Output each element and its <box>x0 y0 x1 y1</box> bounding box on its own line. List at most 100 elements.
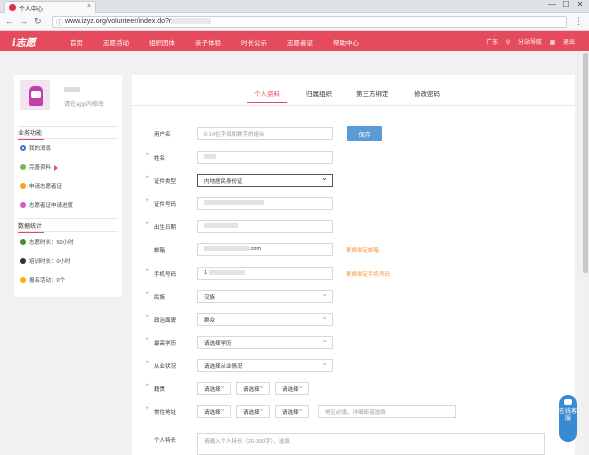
back-icon[interactable]: ← <box>5 16 14 26</box>
sidebar-item-label: 完善资料 <box>29 165 52 171</box>
nav-home[interactable]: 首页 <box>70 37 83 47</box>
site-favicon-icon <box>9 4 16 11</box>
nav-organizations[interactable]: 组织团体 <box>149 37 175 47</box>
station-nav-link[interactable]: 分站导航 <box>518 40 542 46</box>
birth-label: 出生日期 <box>154 225 177 231</box>
address-district-select[interactable]: 请选择 <box>275 405 309 418</box>
nav-certificate[interactable]: 志愿者证 <box>287 37 313 47</box>
save-button[interactable]: 保存 <box>347 126 382 141</box>
username-label: 用户名 <box>154 132 171 138</box>
native-city-select[interactable]: 请选择 <box>236 382 270 395</box>
logout-link[interactable]: 退出 <box>563 40 575 46</box>
tab-change-password[interactable]: 修改密码 <box>414 88 440 98</box>
site-logo[interactable]: i志愿 <box>12 34 42 49</box>
required-mark: * <box>146 176 149 182</box>
idtype-select[interactable]: 内地居民身份证 <box>197 174 333 187</box>
job-select[interactable]: 请选择从业情况 <box>197 359 333 372</box>
message-icon <box>20 144 26 151</box>
intro-label: 个人特长 <box>154 438 177 444</box>
email-suffix: .com <box>249 246 261 252</box>
clock-icon <box>20 238 26 245</box>
divider <box>18 218 118 219</box>
progress-icon <box>20 201 26 208</box>
stat-volunteer-hours: 志愿时长：50小时 <box>20 238 74 246</box>
tab-third-party[interactable]: 第三方绑定 <box>356 88 389 98</box>
nav-hours[interactable]: 时长公示 <box>241 37 267 47</box>
idno-label: 证件号码 <box>154 202 177 208</box>
page-scrollbar[interactable] <box>582 51 589 455</box>
divider <box>18 138 118 139</box>
stat-label: 培训时长：0小时 <box>29 259 71 265</box>
sidebar-item-certificate-progress[interactable]: 志愿者证申请进度 <box>20 201 73 209</box>
idtype-label: 证件类型 <box>154 179 177 185</box>
city-selector[interactable]: 广东 ⚲ <box>480 40 510 46</box>
address-bar[interactable]: ⓘ www.izyz.org/volunteer/index.do?r <box>52 16 567 28</box>
address-province-select[interactable]: 请选择 <box>197 405 231 418</box>
forward-icon[interactable]: → <box>19 16 28 26</box>
maximize-button[interactable]: ☐ <box>559 0 573 9</box>
browser-toolbar: ← → ↻ ⓘ www.izyz.org/volunteer/index.do?… <box>0 13 589 31</box>
stat-label: 报名活动：0个 <box>29 278 66 284</box>
browser-menu-icon[interactable]: ⋮ <box>574 16 583 27</box>
nav-activities[interactable]: 志愿活动 <box>103 37 129 47</box>
stat-training-hours: 培训时长：0小时 <box>20 257 71 265</box>
username-input[interactable]: 6-14位字母和数字的组合 <box>197 127 333 140</box>
online-service-button[interactable]: 在线客服 <box>559 395 577 442</box>
minimize-button[interactable]: — <box>545 0 559 9</box>
phone-field: 1 <box>197 267 333 280</box>
sidebar-item-messages[interactable]: 我的消息 <box>20 144 51 152</box>
required-mark: * <box>146 292 149 298</box>
job-label: 从业状况 <box>154 364 177 370</box>
name-redacted <box>204 154 216 160</box>
birth-field <box>197 220 333 233</box>
email-redacted <box>204 246 249 252</box>
required-mark: * <box>146 153 149 159</box>
politic-select[interactable]: 群众 <box>197 313 333 326</box>
phone-label: 手机号码 <box>154 272 177 278</box>
sidebar-item-apply-certificate[interactable]: 申请志愿者证 <box>20 182 62 190</box>
tab-organization[interactable]: 归属组织 <box>306 88 332 98</box>
page-info-icon[interactable]: ⓘ <box>56 18 63 28</box>
phone-prefix: 1 <box>204 270 208 276</box>
profile-tabs: 个人资料 归属组织 第三方绑定 修改密码 <box>132 75 575 106</box>
close-window-button[interactable]: ✕ <box>573 0 587 9</box>
nav-help[interactable]: 帮助中心 <box>333 37 359 47</box>
address-label: 常住地址 <box>154 410 177 416</box>
stat-label: 志愿时长：50小时 <box>29 240 74 246</box>
profile-icon <box>20 163 26 170</box>
intro-textarea[interactable]: 请输入个人特长（20-300字），选填 <box>197 433 545 455</box>
service-label: 在线客服 <box>559 409 578 422</box>
native-district-select[interactable]: 请选择 <box>275 382 309 395</box>
name-label: 姓名 <box>154 156 166 162</box>
native-province-select[interactable]: 请选择 <box>197 382 231 395</box>
required-mark: * <box>146 222 149 228</box>
reload-icon[interactable]: ↻ <box>34 16 42 27</box>
address-detail-input[interactable]: 地区必填，详细街道选填 <box>318 405 456 418</box>
sidebar-item-complete-profile[interactable]: 完善资料 <box>20 163 59 171</box>
profile-hint: 请在app内修改 <box>64 102 105 108</box>
politic-label: 政治面貌 <box>154 318 177 324</box>
edu-select[interactable]: 请选择学历 <box>197 336 333 349</box>
required-mark: * <box>146 315 149 321</box>
divider <box>18 231 118 232</box>
url-text: www.izyz.org/volunteer/index.do?r <box>65 18 172 25</box>
tab-personal-info[interactable]: 个人资料 <box>247 88 287 103</box>
email-label: 邮箱 <box>154 248 166 254</box>
nav-family[interactable]: 亲子体验 <box>195 37 221 47</box>
stat-activities: 报名活动：0个 <box>20 276 65 284</box>
sidebar-item-label: 申请志愿者证 <box>29 184 63 190</box>
browser-tab[interactable]: 个人中心 × <box>4 1 96 13</box>
browser-tab-strip: 个人中心 × — ☐ ✕ <box>0 0 589 13</box>
tab-close-icon[interactable]: × <box>87 3 91 10</box>
url-redacted <box>171 18 212 25</box>
address-city-select[interactable]: 请选择 <box>236 405 270 418</box>
scrollbar-thumb[interactable] <box>583 53 588 273</box>
header-right: 广东 ⚲ 分站导航 ▦ 退出 <box>474 37 575 46</box>
required-mark: * <box>146 407 149 413</box>
change-email-link[interactable]: 更换绑定邮箱 <box>346 246 379 254</box>
grid-icon[interactable]: ▦ <box>550 40 556 46</box>
change-phone-link[interactable]: 更换绑定手机号码 <box>346 270 390 278</box>
avatar <box>20 80 50 110</box>
ethnic-select[interactable]: 汉族 <box>197 290 333 303</box>
sidebar-item-label: 我的消息 <box>29 146 52 152</box>
